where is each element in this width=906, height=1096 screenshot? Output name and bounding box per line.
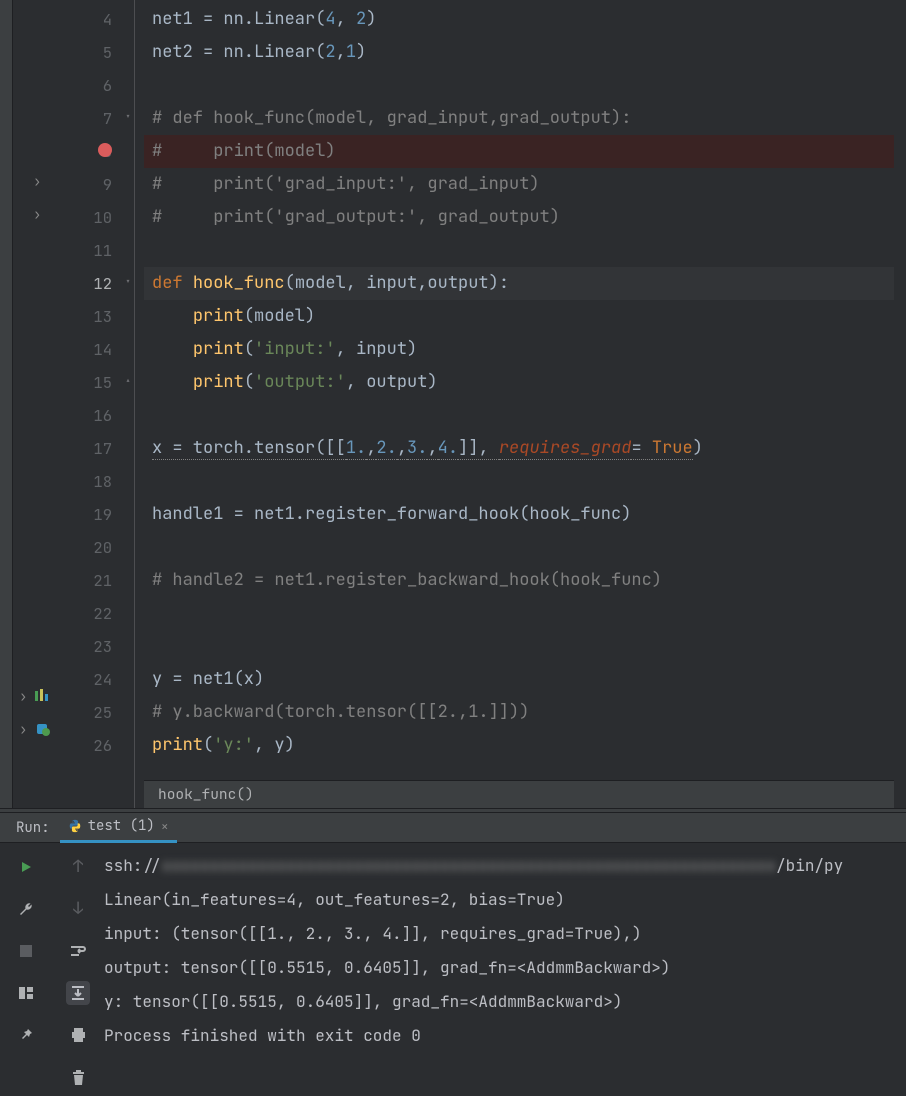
rerun-button[interactable] — [14, 855, 38, 879]
sidebar-collapsed: › › › › — [13, 0, 56, 808]
line-number[interactable]: 7▾ — [56, 102, 134, 135]
up-arrow-icon[interactable]: ↑ — [66, 855, 90, 879]
line-number[interactable]: 9 — [56, 168, 134, 201]
line-number[interactable]: 26 — [56, 729, 134, 762]
chevron-right-icon[interactable]: › — [19, 688, 27, 706]
code-line[interactable]: print('input:', input) — [144, 333, 906, 366]
code-line[interactable]: x = torch.tensor([[1.,2.,3.,4.]], requir… — [144, 432, 906, 465]
chevron-right-icon[interactable]: › — [33, 173, 41, 191]
code-line[interactable]: # def hook_func(model, grad_input,grad_o… — [144, 102, 906, 135]
line-number[interactable]: 11 — [56, 234, 134, 267]
editor-scrollbar[interactable] — [894, 0, 906, 808]
code-line[interactable] — [144, 597, 906, 630]
run-tool-window: Run: test (1) × — [0, 813, 906, 1096]
run-tab-label: test (1) — [88, 817, 155, 835]
line-number[interactable]: 20 — [56, 531, 134, 564]
line-number[interactable]: 4 — [56, 3, 134, 36]
line-number[interactable]: 21 — [56, 564, 134, 597]
console-line: y: tensor([[0.5515, 0.6405]], grad_fn=<A… — [104, 985, 906, 1019]
print-icon[interactable] — [66, 1023, 90, 1047]
code-line[interactable]: handle1 = net1.register_forward_hook(hoo… — [144, 498, 906, 531]
console-line: Linear(in_features=4, out_features=2, bi… — [104, 883, 906, 917]
pin-icon[interactable] — [14, 1023, 38, 1047]
line-number[interactable]: 18 — [56, 465, 134, 498]
code-line[interactable]: print(model) — [144, 300, 906, 333]
tool-window-bar-left[interactable] — [0, 0, 13, 808]
chevron-right-icon[interactable]: › — [33, 206, 41, 224]
code-line[interactable]: print('y:', y) — [144, 729, 906, 762]
line-number[interactable]: 15▴ — [56, 366, 134, 399]
indent-guide — [134, 0, 144, 808]
down-arrow-icon[interactable]: ↓ — [66, 897, 90, 921]
line-number[interactable]: 23 — [56, 630, 134, 663]
breakpoint-icon[interactable] — [98, 143, 112, 157]
line-number[interactable]: 13 — [56, 300, 134, 333]
console-line: output: tensor([[0.5515, 0.6405]], grad_… — [104, 951, 906, 985]
code-line[interactable]: # handle2 = net1.register_backward_hook(… — [144, 564, 906, 597]
trash-icon[interactable] — [66, 1065, 90, 1089]
code-line[interactable]: # print(model) — [144, 135, 906, 168]
console-line: ssh://xxxxxxxxxxxxxxxxxxxxxxxxxxxxxxxxxx… — [104, 849, 906, 883]
code-line[interactable] — [144, 234, 906, 267]
line-number[interactable]: 14 — [56, 333, 134, 366]
code-line[interactable]: net1 = nn.Linear(4, 2) — [144, 3, 906, 36]
code-line[interactable]: # print('grad_output:', grad_output) — [144, 201, 906, 234]
fold-icon[interactable]: ▾ — [119, 111, 131, 123]
soft-wrap-icon[interactable] — [66, 939, 90, 963]
breadcrumb[interactable]: hook_func() — [144, 780, 906, 808]
run-toolbar: ↑ ↓ — [0, 843, 104, 1096]
line-number[interactable]: 22 — [56, 597, 134, 630]
run-config-tab[interactable]: test (1) × — [60, 813, 177, 843]
run-label: Run: — [0, 819, 60, 837]
fold-icon[interactable]: ▾ — [119, 276, 131, 288]
code-line[interactable]: # print('grad_input:', grad_input) — [144, 168, 906, 201]
close-icon[interactable]: × — [161, 818, 169, 835]
breadcrumb-item[interactable]: hook_func() — [158, 785, 254, 804]
python-struct-icon[interactable] — [35, 721, 51, 741]
gutter[interactable]: 4567▾89101112▾131415▴1617181920212223242… — [56, 0, 134, 808]
code-line[interactable] — [144, 69, 906, 102]
stop-button[interactable] — [14, 939, 38, 963]
editor-area: › › › › 4567▾89101112▾131415▴16171819202… — [0, 0, 906, 808]
wrench-icon[interactable] — [14, 897, 38, 921]
line-number[interactable]: 25 — [56, 696, 134, 729]
code-editor[interactable]: net1 = nn.Linear(4, 2)net2 = nn.Linear(2… — [144, 0, 906, 808]
code-line[interactable]: net2 = nn.Linear(2,1) — [144, 36, 906, 69]
line-number[interactable]: 5 — [56, 36, 134, 69]
line-number[interactable]: 24 — [56, 663, 134, 696]
code-line[interactable]: print('output:', output) — [144, 366, 906, 399]
scroll-to-end-icon[interactable] — [66, 981, 90, 1005]
line-number[interactable]: 8 — [56, 135, 134, 168]
fold-icon[interactable]: ▴ — [119, 375, 131, 387]
line-number[interactable]: 17 — [56, 432, 134, 465]
console-output[interactable]: ssh://xxxxxxxxxxxxxxxxxxxxxxxxxxxxxxxxxx… — [104, 843, 906, 1096]
python-icon — [68, 819, 82, 833]
code-line[interactable]: y = net1(x) — [144, 663, 906, 696]
layout-button[interactable] — [14, 981, 38, 1005]
code-line[interactable] — [144, 630, 906, 663]
code-line[interactable]: # y.backward(torch.tensor([[2.,1.]])) — [144, 696, 906, 729]
code-line[interactable] — [144, 399, 906, 432]
run-body: ↑ ↓ ssh://xxxxxxxxxxxxxxxxxxxxxxxxxxxxxx… — [0, 843, 906, 1096]
line-number[interactable]: 6 — [56, 69, 134, 102]
line-number[interactable]: 16 — [56, 399, 134, 432]
line-number[interactable]: 19 — [56, 498, 134, 531]
line-number[interactable]: 10 — [56, 201, 134, 234]
console-line: Process finished with exit code 0 — [104, 1019, 906, 1053]
structure-icon[interactable] — [35, 688, 51, 708]
console-line: input: (tensor([[1., 2., 3., 4.]], requi… — [104, 917, 906, 951]
code-line[interactable] — [144, 531, 906, 564]
chevron-right-icon[interactable]: › — [19, 721, 27, 739]
line-number[interactable]: 12▾ — [56, 267, 134, 300]
code-line[interactable] — [144, 465, 906, 498]
code-line[interactable]: def hook_func(model, input,output): — [144, 267, 906, 300]
run-tool-header: Run: test (1) × — [0, 813, 906, 843]
